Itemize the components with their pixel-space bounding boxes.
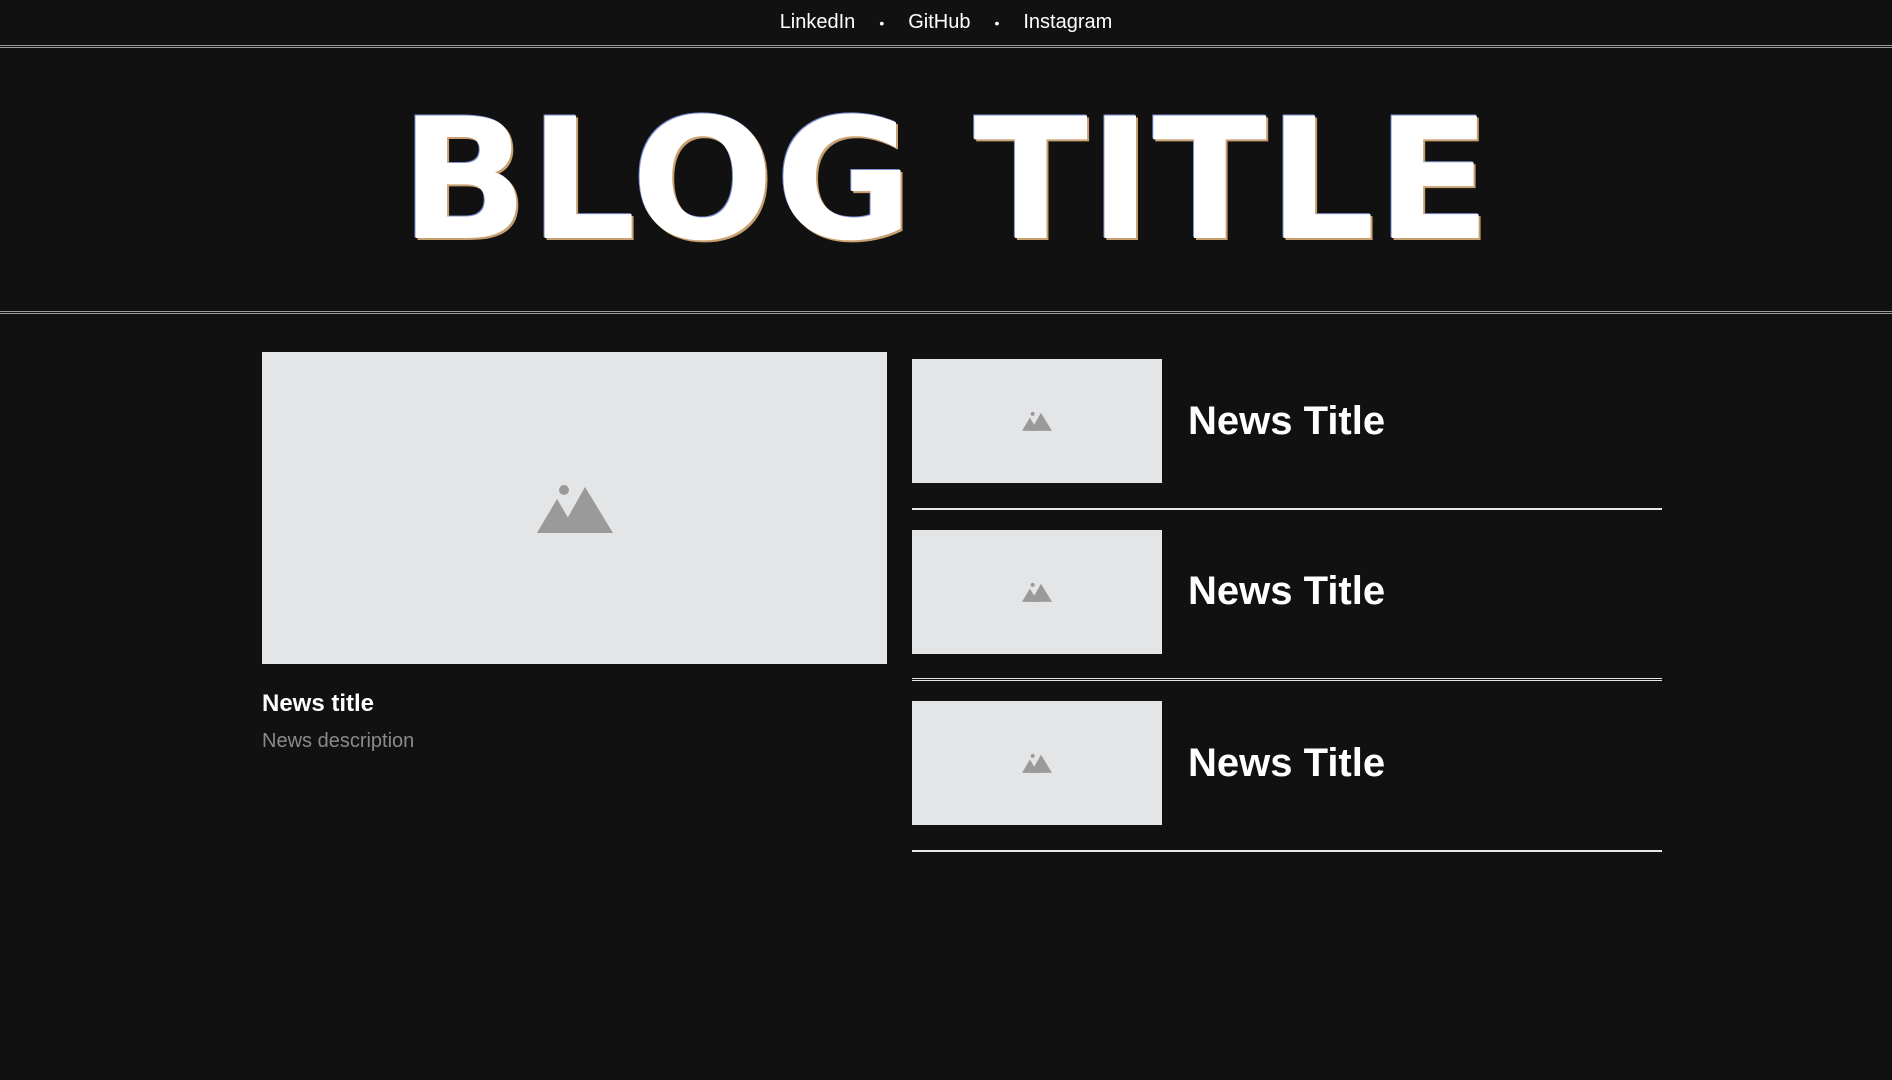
- news-title[interactable]: News Title: [1188, 569, 1385, 614]
- blog-header: BLOG TITLE: [0, 48, 1892, 314]
- news-thumbnail[interactable]: [912, 701, 1162, 825]
- news-thumbnail[interactable]: [912, 529, 1162, 654]
- news-list: News Title News Title News Title: [912, 352, 1662, 865]
- image-placeholder-icon: [1022, 411, 1052, 431]
- image-placeholder-icon: [536, 485, 613, 533]
- nav-link-linkedin[interactable]: LinkedIn: [780, 11, 856, 34]
- list-item[interactable]: News Title: [912, 694, 1662, 852]
- featured-news-description: News description: [262, 730, 415, 752]
- news-title[interactable]: News Title: [1188, 399, 1385, 444]
- news-thumbnail[interactable]: [912, 359, 1162, 483]
- featured-image[interactable]: [262, 352, 887, 664]
- featured-news-title[interactable]: News title: [262, 690, 887, 718]
- nav-separator: •: [879, 14, 885, 31]
- nav-link-github[interactable]: GitHub: [908, 11, 970, 34]
- featured-article[interactable]: News title News description: [262, 352, 887, 753]
- list-item[interactable]: News Title: [912, 352, 1662, 510]
- image-placeholder-icon: [1022, 753, 1052, 773]
- top-nav: LinkedIn • GitHub • Instagram: [0, 0, 1892, 48]
- blog-title: BLOG TITLE: [400, 81, 1492, 278]
- list-item[interactable]: News Title: [912, 523, 1662, 681]
- nav-link-instagram[interactable]: Instagram: [1023, 11, 1112, 34]
- nav-separator: •: [994, 14, 1000, 31]
- image-placeholder-icon: [1022, 582, 1052, 602]
- news-title[interactable]: News Title: [1188, 741, 1385, 786]
